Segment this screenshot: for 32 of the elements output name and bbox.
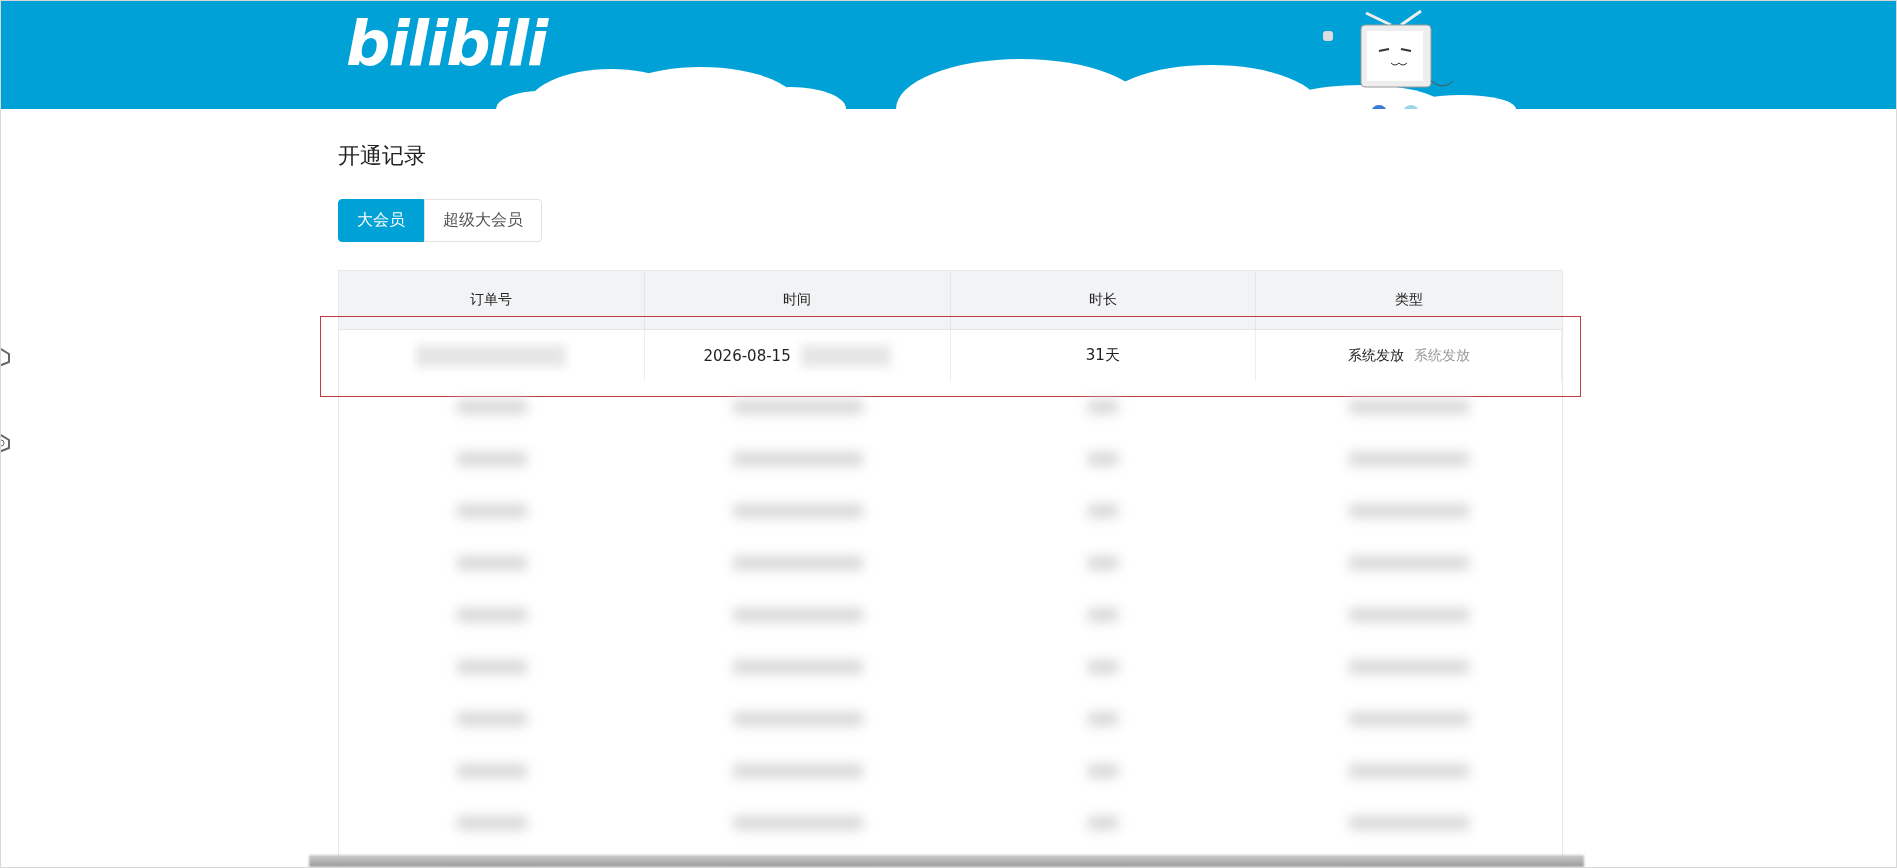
blurred-text	[1088, 452, 1119, 466]
blurred-text	[456, 816, 527, 830]
blurred-text	[456, 504, 527, 518]
blurred-text	[456, 712, 527, 726]
blurred-text	[456, 452, 527, 466]
column-header: 时长	[950, 271, 1257, 329]
cube-icon[interactable]	[1, 346, 11, 368]
table-cell: 2026-08-15	[703, 346, 791, 365]
table-cell: 31天	[1085, 346, 1120, 365]
column-header: 时间	[644, 271, 951, 329]
table-cell: 系统发放	[1413, 346, 1470, 365]
blurred-text	[1088, 504, 1119, 518]
blurred-text	[1088, 660, 1119, 674]
blurred-text	[1088, 608, 1119, 622]
blurred-text	[456, 556, 527, 570]
blurred-text	[456, 400, 527, 414]
column-header: 订单号	[339, 271, 645, 329]
table-cell: 系统发放	[1347, 346, 1404, 365]
blurred-text	[1088, 712, 1119, 726]
blurred-text	[1088, 764, 1119, 778]
blurred-text	[1088, 400, 1119, 414]
tab[interactable]: 大会员	[338, 199, 424, 242]
page-title: 开通记录	[338, 142, 427, 170]
blurred-text	[456, 764, 527, 778]
logo[interactable]: bilibili	[346, 7, 547, 80]
blurred-text	[456, 660, 527, 674]
blurred-text	[1088, 816, 1119, 830]
tab[interactable]: 超级大会员	[424, 199, 542, 242]
blurred-text	[1088, 556, 1119, 570]
column-header: 类型	[1394, 290, 1425, 309]
blurred-text	[456, 608, 527, 622]
hexagon-icon[interactable]	[1, 432, 11, 454]
